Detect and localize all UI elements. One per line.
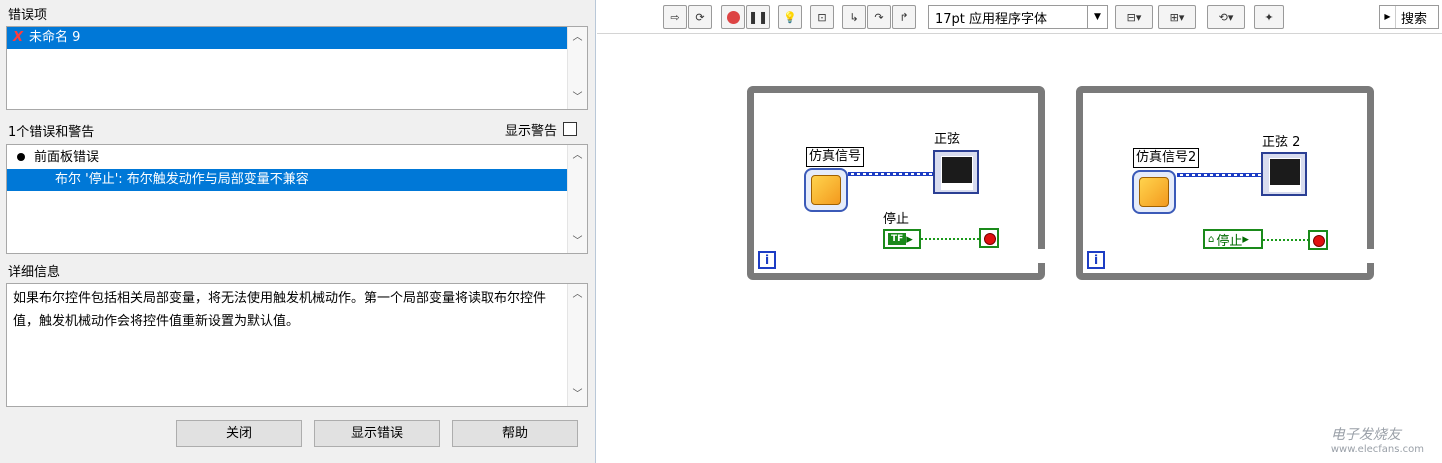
watermark-url: www.elecfans.com bbox=[1330, 444, 1424, 455]
block-diagram: ⇨ ⟳ ❚❚ 💡 ⊡ ↳ ↷ ↱ 17pt 应用程序字体 ▼ ⊟▾ ⊞▾ ⟲▾ … bbox=[597, 0, 1442, 463]
sim-signal-label[interactable]: 仿真信号2 bbox=[1133, 148, 1200, 168]
align-objects-icon[interactable]: ⊟▾ bbox=[1115, 5, 1153, 29]
waveform-graph-terminal[interactable] bbox=[1261, 152, 1307, 196]
stop-local-variable[interactable]: ⌂ 停止 ▸ bbox=[1203, 229, 1263, 249]
error-x-icon: X bbox=[13, 30, 24, 45]
step-over-icon[interactable]: ↷ bbox=[867, 5, 891, 29]
search-label: 搜索 bbox=[1401, 11, 1428, 27]
run-continuously-icon[interactable]: ⟳ bbox=[688, 5, 712, 29]
scroll-up-icon[interactable]: ︿ bbox=[568, 29, 587, 47]
dynamic-data-wire[interactable] bbox=[848, 172, 933, 176]
iteration-terminal[interactable]: i bbox=[758, 251, 776, 269]
scroll-down-icon[interactable]: ﹀ bbox=[568, 233, 587, 251]
pause-icon[interactable]: ❚❚ bbox=[746, 5, 770, 29]
waveform-icon bbox=[811, 175, 841, 205]
simulate-signal-express-vi[interactable] bbox=[1132, 170, 1176, 214]
retain-wire-values-icon[interactable]: ⊡ bbox=[810, 5, 834, 29]
show-error-button[interactable]: 显示错误 bbox=[314, 420, 440, 447]
show-warnings-checkbox[interactable] bbox=[563, 122, 577, 136]
scroll-up-icon[interactable]: ︿ bbox=[568, 147, 587, 165]
item-label: 未命名 9 bbox=[29, 30, 81, 45]
loop-border-gap bbox=[1367, 249, 1374, 263]
highlight-execution-icon[interactable]: 💡 bbox=[778, 5, 802, 29]
scroll-down-icon[interactable]: ﹀ bbox=[568, 89, 587, 107]
close-button[interactable]: 关闭 bbox=[176, 420, 302, 447]
while-loop-2[interactable]: i bbox=[1076, 86, 1374, 280]
item-row[interactable]: X 未命名 9 bbox=[7, 27, 567, 49]
details-scrollbar[interactable]: ︿ ﹀ bbox=[567, 284, 587, 406]
waveform-graph-terminal[interactable] bbox=[933, 150, 979, 194]
graph-screen-icon bbox=[1269, 158, 1301, 186]
stop-label[interactable]: 停止 bbox=[883, 208, 909, 227]
cleanup-diagram-icon[interactable]: ✦ bbox=[1254, 5, 1284, 29]
help-button[interactable]: 帮助 bbox=[452, 420, 578, 447]
distribute-objects-icon[interactable]: ⊞▾ bbox=[1158, 5, 1196, 29]
details-section-label: 详细信息 bbox=[8, 265, 61, 280]
error-label: 布尔 '停止': 布尔触发动作与局部变量不兼容 bbox=[55, 172, 309, 187]
sim-signal-label[interactable]: 仿真信号 bbox=[806, 147, 865, 167]
details-text: 如果布尔控件包括相关局部变量，将无法使用触发机械动作。第一个局部变量将读取布尔控… bbox=[13, 291, 547, 329]
items-listbox[interactable]: X 未命名 9 ︿ ﹀ bbox=[6, 26, 588, 110]
loop-border-gap bbox=[1038, 249, 1045, 263]
step-out-icon[interactable]: ↱ bbox=[892, 5, 916, 29]
diagram-toolbar: ⇨ ⟳ ❚❚ 💡 ⊡ ↳ ↷ ↱ 17pt 应用程序字体 ▼ ⊟▾ ⊞▾ ⟲▾ … bbox=[597, 0, 1442, 34]
abort-icon[interactable] bbox=[721, 5, 745, 29]
font-selector-value: 17pt 应用程序字体 bbox=[935, 11, 1048, 27]
show-warnings-toggle[interactable]: 显示警告 bbox=[505, 119, 577, 139]
error-list-dialog: 错误项 X 未命名 9 ︿ ﹀ 1个错误和警告 显示警告 前面板错误 布尔 '停止… bbox=[0, 0, 596, 463]
scroll-up-icon[interactable]: ︿ bbox=[568, 286, 587, 304]
reorder-icon[interactable]: ⟲▾ bbox=[1207, 5, 1245, 29]
graph-screen-icon bbox=[941, 156, 973, 184]
simulate-signal-express-vi[interactable] bbox=[804, 168, 848, 212]
show-warnings-label: 显示警告 bbox=[504, 123, 557, 139]
waveform-icon bbox=[1139, 177, 1169, 207]
graph-label[interactable]: 正弦 2 bbox=[1262, 131, 1300, 150]
graph-footer bbox=[941, 184, 973, 190]
errors-listbox[interactable]: 前面板错误 布尔 '停止': 布尔触发动作与局部变量不兼容 ︿ ﹀ bbox=[6, 144, 588, 254]
error-group-label: 前面板错误 bbox=[34, 150, 100, 165]
font-selector[interactable]: 17pt 应用程序字体 ▼ bbox=[928, 5, 1108, 29]
watermark: 电子发烧友 www.elecfans.com bbox=[1331, 424, 1424, 455]
graph-footer bbox=[1269, 186, 1301, 192]
run-arrow-icon[interactable]: ⇨ bbox=[663, 5, 687, 29]
items-section-label: 错误项 bbox=[8, 8, 48, 23]
errors-section-label: 1个错误和警告 bbox=[8, 125, 95, 140]
local-variable-label: 停止 bbox=[1216, 233, 1243, 249]
expand-arrow-icon[interactable]: ▶ bbox=[1380, 6, 1396, 28]
scroll-down-icon[interactable]: ﹀ bbox=[568, 386, 587, 404]
search-box[interactable]: ▶ 搜索 bbox=[1379, 5, 1439, 29]
error-row[interactable]: 布尔 '停止': 布尔触发动作与局部变量不兼容 bbox=[7, 169, 567, 191]
iteration-terminal[interactable]: i bbox=[1087, 251, 1105, 269]
boolean-wire[interactable] bbox=[921, 238, 979, 240]
errors-scrollbar[interactable]: ︿ ﹀ bbox=[567, 145, 587, 253]
house-icon: ⌂ bbox=[1208, 233, 1215, 245]
tf-icon: TF bbox=[888, 233, 907, 245]
watermark-title: 电子发烧友 bbox=[1330, 427, 1401, 443]
error-group-row[interactable]: 前面板错误 bbox=[7, 147, 567, 169]
stop-boolean-control[interactable]: TF ▸ bbox=[883, 229, 921, 249]
graph-label[interactable]: 正弦 bbox=[934, 128, 960, 147]
details-box[interactable]: 如果布尔控件包括相关局部变量，将无法使用触发机械动作。第一个局部变量将读取布尔控… bbox=[6, 283, 588, 407]
stop-condition-terminal[interactable] bbox=[1308, 230, 1328, 250]
chevron-down-icon: ▼ bbox=[1087, 6, 1107, 28]
dynamic-data-wire[interactable] bbox=[1177, 173, 1261, 177]
bullet-icon bbox=[17, 153, 25, 161]
items-scrollbar[interactable]: ︿ ﹀ bbox=[567, 27, 587, 109]
step-into-icon[interactable]: ↳ bbox=[842, 5, 866, 29]
while-loop[interactable]: i bbox=[747, 86, 1045, 280]
boolean-wire[interactable] bbox=[1263, 239, 1309, 241]
stop-condition-terminal[interactable] bbox=[979, 228, 999, 248]
